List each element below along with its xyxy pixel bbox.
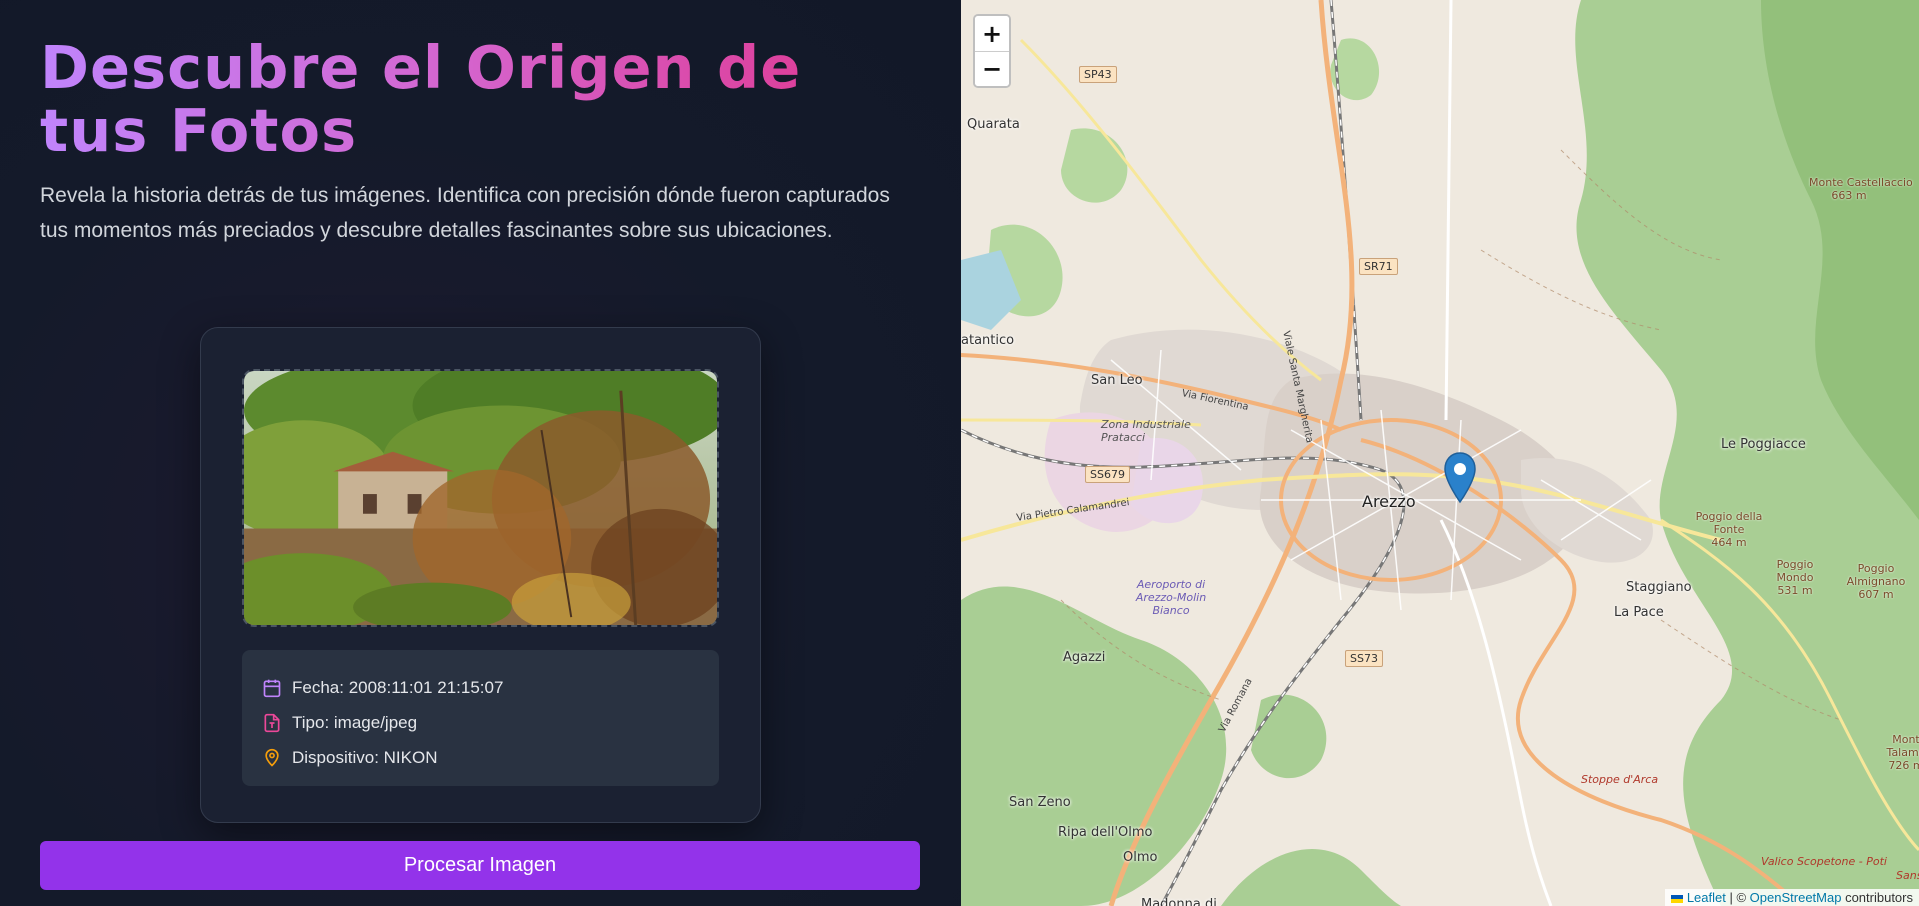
leaflet-link[interactable]: Leaflet — [1687, 890, 1726, 905]
process-image-button[interactable]: Procesar Imagen — [40, 841, 920, 890]
industrial-zone-label: Zona Industriale Pratacci — [1101, 418, 1191, 444]
meta-type: Tipo: image/jpeg — [262, 705, 699, 740]
peak-label: Poggio Mondo 531 m — [1765, 558, 1825, 597]
map-pin-icon — [265, 748, 279, 767]
peak-name: Mont Talamo — [1886, 733, 1919, 759]
peak-name: Poggio Almignano — [1846, 562, 1906, 588]
map-marker-icon — [1444, 452, 1476, 504]
flag-icon — [1671, 894, 1684, 903]
peak-elev: 531 m — [1777, 584, 1813, 597]
peak-label: Poggio Almignano 607 m — [1841, 562, 1911, 601]
peak-label: Poggio della Fonte 464 m — [1694, 510, 1764, 549]
location-map[interactable]: + − SP43 Quarata SR71 Viale Santa Marghe… — [961, 0, 1919, 906]
town-label: Agazzi — [1063, 650, 1106, 665]
osm-link[interactable]: OpenStreetMap — [1750, 890, 1842, 905]
zoom-in-button[interactable]: + — [975, 16, 1009, 51]
peak-elev: 726 m — [1888, 759, 1919, 772]
road-shield: SR71 — [1359, 258, 1398, 275]
image-preview-card: Fecha: 2008:11:01 21:15:07 Tipo: image/j… — [200, 327, 761, 823]
meta-date-text: Fecha: 2008:11:01 21:15:07 — [292, 677, 504, 697]
upload-panel: Descubre el Origen de tus Fotos Revela l… — [0, 0, 961, 906]
town-label: Madonna di — [1141, 897, 1217, 906]
peak-elev: 663 m — [1831, 189, 1867, 202]
location-marker[interactable] — [1443, 452, 1477, 504]
peak-elev: 607 m — [1858, 588, 1894, 601]
peak-name: Poggio Mondo — [1776, 558, 1814, 584]
place-label: Sans — [1896, 869, 1919, 882]
town-label: La Pace — [1614, 605, 1664, 620]
town-label: atantico — [961, 333, 1015, 348]
map-attribution: Leaflet | © OpenStreetMap contributors — [1665, 889, 1919, 906]
meta-device: Dispositivo: NIKON — [262, 740, 699, 775]
peak-label: Mont Talamo726 m — [1886, 733, 1919, 772]
town-label: San Leo — [1091, 373, 1143, 388]
meta-date: Fecha: 2008:11:01 21:15:07 — [262, 670, 699, 705]
town-label: Quarata — [967, 117, 1020, 132]
road-shield: SP43 — [1079, 66, 1117, 83]
photo-preview[interactable] — [242, 369, 719, 627]
meta-type-text: Tipo: image/jpeg — [292, 712, 418, 732]
meta-device-text: Dispositivo: NIKON — [292, 747, 438, 767]
attribution-separator: | © — [1725, 890, 1750, 905]
place-label: Stoppe d'Arca — [1581, 773, 1659, 786]
road-shield: SS679 — [1085, 466, 1130, 483]
zoom-control: + − — [973, 14, 1011, 88]
page-title: Descubre el Origen de tus Fotos — [40, 36, 930, 162]
peak-label: Monte Castellaccio 663 m — [1809, 176, 1913, 202]
file-type-icon — [264, 713, 280, 732]
town-label: Ripa dell'Olmo — [1058, 825, 1153, 840]
map-tiles — [961, 0, 1919, 906]
peak-name: Monte Castellaccio — [1809, 176, 1913, 189]
peak-name: Poggio della Fonte — [1695, 510, 1763, 536]
road-shield: SS73 — [1345, 650, 1383, 667]
calendar-icon — [263, 679, 281, 697]
attribution-suffix: contributors — [1841, 890, 1913, 905]
peak-elev: 464 m — [1711, 536, 1747, 549]
page-subtitle: Revela la historia detrás de tus imágene… — [40, 184, 890, 242]
photo-thumbnail — [244, 371, 717, 625]
airport-label: Aeroporto di Arezzo-Molin Bianco — [1135, 578, 1207, 617]
photo-metadata: Fecha: 2008:11:01 21:15:07 Tipo: image/j… — [242, 650, 719, 786]
city-label: Arezzo — [1362, 492, 1416, 511]
town-label: San Zeno — [1009, 795, 1071, 810]
app-root: Descubre el Origen de tus Fotos Revela l… — [0, 0, 1919, 906]
place-label: Valico Scopetone - Poti — [1761, 855, 1887, 868]
town-label: Le Poggiacce — [1721, 437, 1806, 452]
town-label: Olmo — [1123, 850, 1158, 865]
zoom-out-button[interactable]: − — [975, 51, 1009, 86]
town-label: Staggiano — [1626, 580, 1692, 595]
